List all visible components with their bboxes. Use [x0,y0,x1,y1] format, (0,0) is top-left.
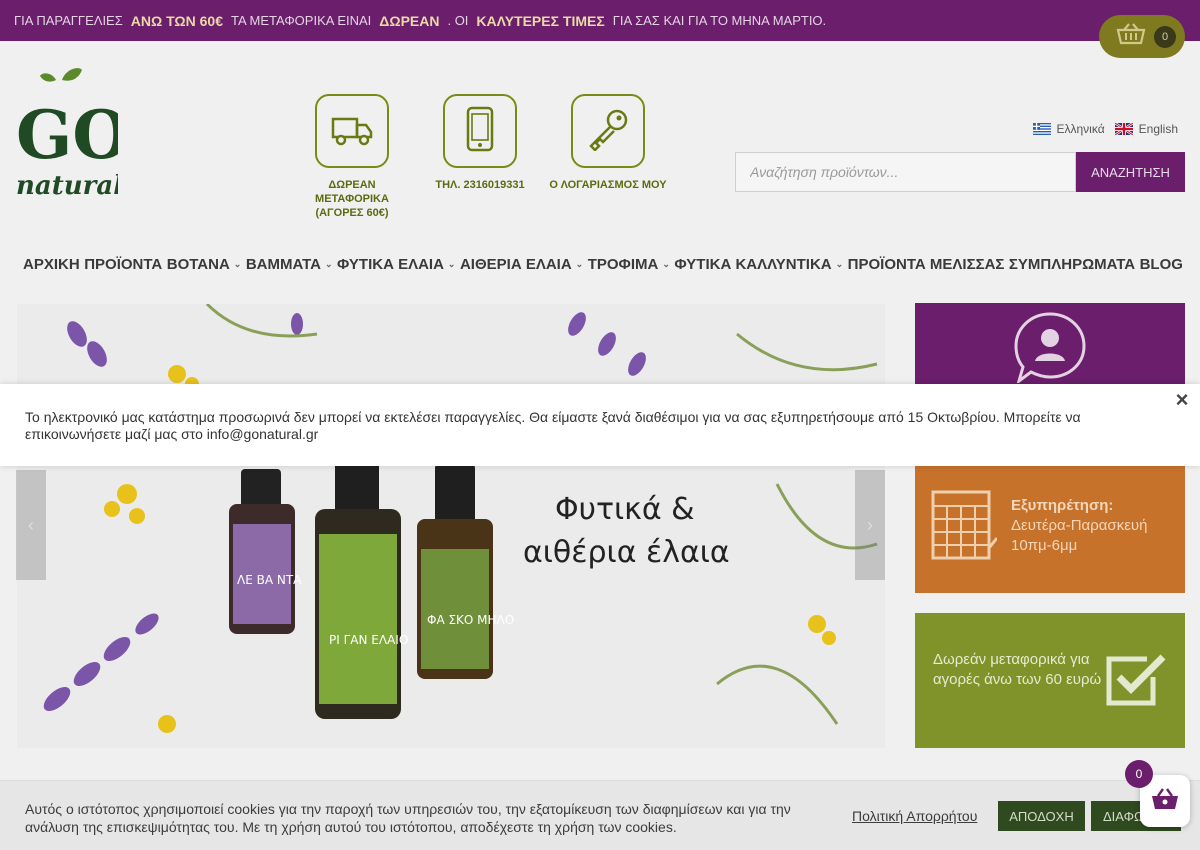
nav-item-plant-oils[interactable]: ΦΥΤΙΚΑ ΕΛΑΙΑ ⌄ [337,256,455,273]
product-search: ΑΝΑΖΗΤΗΣΗ [735,152,1185,192]
cookie-accept-button[interactable]: ΑΠΟΔΟΧΗ [998,801,1085,831]
nav-label: ΒΟΤΑΝΑ [166,256,230,273]
language-switcher: Ελληνικά English [1032,122,1178,136]
checkbox-icon [1105,651,1169,714]
main-navigation: ΑΡΧΙΚΗ ΠΡΟΪΟΝΤΑ ΒΟΤΑΝΑ ⌄ ΒΑΜΜΑΤΑ ⌄ ΦΥΤΙΚΑ … [23,256,1183,273]
feature-icon-box [443,94,517,168]
key-icon [586,107,630,156]
promo-highlight: ΔΩΡΕΑΝ [379,12,440,29]
floating-cart-count: 0 [1125,760,1153,788]
language-label: English [1138,122,1178,136]
bottle-label: ΡΙ ΓΑΝ ΕΛΑΙΟ [329,633,408,647]
basket-icon [1116,23,1146,50]
site-logo[interactable]: GO natural! [14,66,135,202]
nav-item-herbs[interactable]: ΒΟΤΑΝΑ ⌄ [167,256,242,273]
nav-item-foods[interactable]: ΤΡΟΦΙΜΑ ⌄ [588,256,670,273]
nav-item-supplements[interactable]: ΣΥΜΠΛΗΡΩΜΑΤΑ [1009,256,1135,273]
cart-count-badge: 0 [1154,25,1176,48]
greek-flag-icon [1032,123,1051,135]
nav-item-tinctures[interactable]: ΒΑΜΜΑΤΑ ⌄ [246,256,333,273]
cookie-text: Αυτός ο ιστότοπος χρησιμοποιεί cookies γ… [25,801,791,835]
promo-highlight: ΚΑΛΥΤΕΡΕΣ ΤΙΜΕΣ [476,12,605,29]
slider-next-button[interactable]: › [855,470,885,580]
nav-label: ΤΡΟΦΙΜΑ [587,256,659,273]
nav-item-products[interactable]: ΠΡΟΪΟΝΤΑ [84,256,162,273]
chevron-left-icon: ‹ [28,514,34,535]
promo-text: . ΟΙ [447,13,469,28]
truck-icon [330,111,374,152]
nav-label: ΠΡΟΪΟΝΤΑ [84,256,163,273]
chevron-down-icon: ⌄ [662,259,670,269]
hero-image: ΛΕ ΒΑ ΝΤΑ ΡΙ ΓΑΝ ΕΛΑΙΟ ΦΑ ΣΚΟ ΜΗΛΟ Φυτικ… [17,304,885,748]
nav-item-home[interactable]: ΑΡΧΙΚΗ [23,256,80,273]
chevron-right-icon: › [867,514,873,535]
nav-label: ΒΑΜΜΑΤΑ [245,256,321,273]
hours-title: Εξυπηρέτηση: [1011,497,1114,514]
bottle-label: ΛΕ ΒΑ ΝΤΑ [237,573,302,587]
free-shipping-widget: Δωρεάν μεταφορικά για αγορές άνω των 60 … [915,613,1185,748]
feature-icon-box [315,94,389,168]
language-label: Ελληνικά [1056,122,1105,136]
chevron-down-icon: ⌄ [575,259,584,269]
nav-label: ΑΡΧΙΚΗ [23,256,80,273]
business-hours-widget: Εξυπηρέτηση: Δευτέρα-Παρασκευή 10πμ-6μμ [915,466,1185,593]
calendar-icon [931,488,999,567]
contact-widget[interactable] [915,303,1185,385]
basket-icon [1151,787,1179,815]
promo-highlight: ΑΝΩ ΤΩΝ 60€ [130,12,223,29]
hero-title-line1: Φυτικά & [555,492,695,527]
feature-my-account[interactable]: Ο ΛΟΓΑΡΙΑΣΜΟΣ ΜΟΥ [548,94,668,192]
uk-flag-icon [1113,122,1134,136]
promo-bar: ΓΙΑ ΠΑΡΑΓΓΕΛΙΕΣ ΑΝΩ ΤΩΝ 60€ ΤΑ ΜΕΤΑΦΟΡΙΚ… [0,0,1200,41]
slider-prev-button[interactable]: ‹ [16,470,46,580]
cookie-consent-bar: Αυτός ο ιστότοπος χρησιμοποιεί cookies γ… [0,780,1200,850]
close-icon[interactable]: × [1170,388,1194,412]
feature-phone[interactable]: ΤΗΛ. 2316019331 [420,94,540,192]
nav-item-bee-products[interactable]: ΠΡΟΪΟΝΤΑ ΜΕΛΙΣΣΑΣ [848,256,1005,273]
feature-label: ΔΩΡΕΑΝ ΜΕΤΑΦΟΡΙΚΑ (ΑΓΟΡΕΣ 60€) [315,179,389,219]
header-cart-button[interactable]: 0 [1099,15,1185,58]
phone-icon [465,106,495,157]
nav-label: BLOG [1139,256,1183,273]
nav-label: ΑΙΘΕΡΙΑ ΕΛΑΙΑ [459,256,572,273]
nav-label: ΦΥΤΙΚΑ ΕΛΑΙΑ [337,256,444,273]
feature-icon-box [571,94,645,168]
free-shipping-text: Δωρεάν μεταφορικά για αγορές άνω των 60 … [933,651,1102,688]
feature-label: ΤΗΛ. 2316019331 [435,179,525,191]
user-chat-icon [1013,311,1087,388]
language-greek[interactable]: Ελληνικά [1032,122,1105,136]
nav-item-blog[interactable]: BLOG [1140,256,1183,273]
chevron-down-icon: ⌄ [835,259,844,269]
nav-label: ΣΥΜΠΛΗΡΩΜΑΤΑ [1008,256,1136,273]
hours-time: 10πμ-6μμ [1011,537,1078,554]
notice-text: Το ηλεκτρονικό μας κατάστημα προσωρινά δ… [25,409,1081,442]
bottle-label: ΦΑ ΣΚΟ ΜΗΛΟ [427,613,514,627]
chevron-down-icon: ⌄ [324,259,333,269]
language-english[interactable]: English [1113,122,1178,136]
promo-text: ΓΙΑ ΣΑΣ ΚΑΙ ΓΙΑ ΤΟ ΜΗΝΑ ΜΑΡΤΙΟ. [612,13,827,28]
nav-item-cosmetics[interactable]: ΦΥΤΙΚΑ ΚΑΛΛΥΝΤΙΚΑ ⌄ [674,256,843,273]
hours-days: Δευτέρα-Παρασκευή [1011,517,1148,534]
search-button[interactable]: ΑΝΑΖΗΤΗΣΗ [1076,152,1185,192]
logo-go-text: GO [16,96,118,174]
chevron-down-icon: ⌄ [233,259,242,269]
search-input[interactable] [735,152,1076,192]
privacy-policy-link[interactable]: Πολιτική Απορρήτου [852,808,977,824]
hero-title-line2: αιθέρια έλαια [523,535,730,570]
feature-label: Ο ΛΟΓΑΡΙΑΣΜΟΣ ΜΟΥ [549,179,667,191]
chevron-down-icon: ⌄ [447,259,456,269]
nav-label: ΠΡΟΪΟΝΤΑ ΜΕΛΙΣΣΑΣ [847,256,1005,273]
promo-text: ΓΙΑ ΠΑΡΑΓΓΕΛΙΕΣ [14,13,123,28]
hero-slider[interactable]: ΛΕ ΒΑ ΝΤΑ ΡΙ ΓΑΝ ΕΛΑΙΟ ΦΑ ΣΚΟ ΜΗΛΟ Φυτικ… [17,304,885,748]
business-hours-text: Εξυπηρέτηση: Δευτέρα-Παρασκευή 10πμ-6μμ [1011,496,1147,556]
nav-item-essential-oils[interactable]: ΑΙΘΕΡΙΑ ΕΛΑΙΑ ⌄ [460,256,583,273]
nav-label: ΦΥΤΙΚΑ ΚΑΛΛΥΝΤΙΚΑ [674,256,832,273]
logo-natural-text: natural! [16,171,118,201]
feature-free-shipping[interactable]: ΔΩΡΕΑΝ ΜΕΤΑΦΟΡΙΚΑ (ΑΓΟΡΕΣ 60€) [292,94,412,220]
store-closed-notice: Το ηλεκτρονικό μας κατάστημα προσωρινά δ… [0,384,1200,466]
promo-text: ΤΑ ΜΕΤΑΦΟΡΙΚΑ ΕΙΝΑΙ [231,13,372,28]
